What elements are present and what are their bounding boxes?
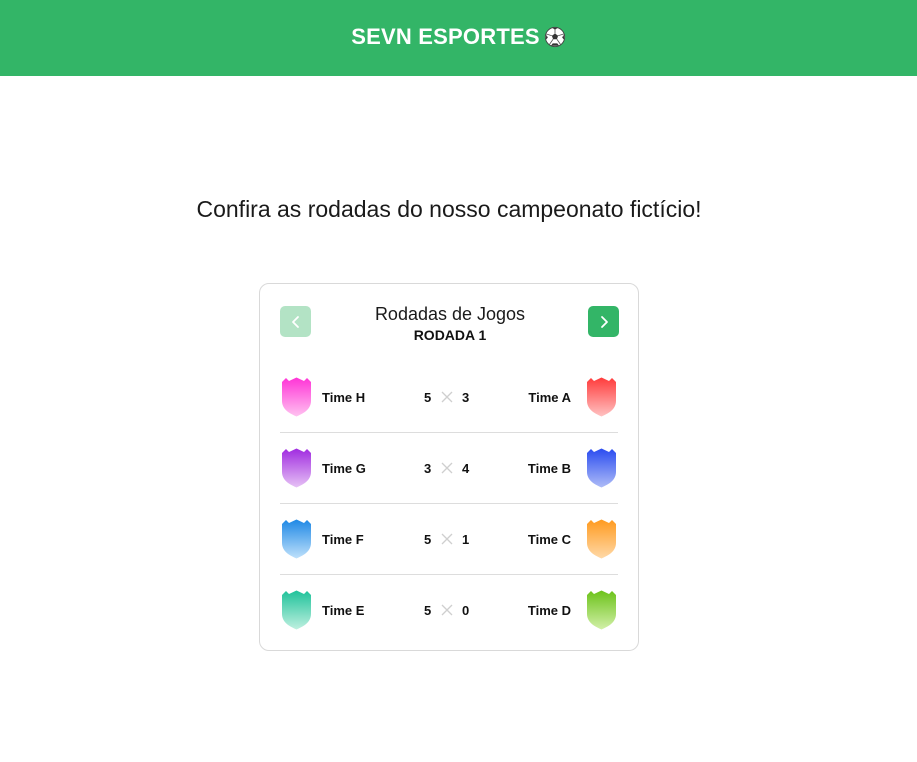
team-shield-icon xyxy=(282,590,311,630)
match-row: Time E 5 0 Time D xyxy=(280,575,618,646)
home-score: 5 xyxy=(424,603,432,618)
home-score: 3 xyxy=(424,461,432,476)
team-shield-icon xyxy=(282,377,311,417)
team-shield-icon xyxy=(282,519,311,559)
top-header: SEVN ESPORTES xyxy=(0,0,917,76)
card-title: Rodadas de Jogos xyxy=(374,304,526,324)
team-shield-icon xyxy=(587,519,616,559)
match-list: Time H 5 3 Time A Time G 3 4 Time B Time… xyxy=(280,362,618,646)
home-score: 5 xyxy=(424,390,432,405)
brand-logo[interactable]: SEVN ESPORTES xyxy=(351,24,565,50)
team-shield-icon xyxy=(587,448,616,488)
round-label: RODADA 1 xyxy=(413,327,487,343)
team-shield-icon xyxy=(587,590,616,630)
team-shield-icon xyxy=(282,448,311,488)
versus-icon xyxy=(441,462,453,474)
chevron-right-icon xyxy=(600,315,608,328)
away-score: 3 xyxy=(462,390,470,405)
home-team-name: Time H xyxy=(322,390,366,405)
soccer-ball-icon xyxy=(544,26,565,48)
match-row: Time G 3 4 Time B xyxy=(280,433,618,504)
page-tagline: Confira as rodadas do nosso campeonato f… xyxy=(196,196,702,222)
versus-icon xyxy=(441,391,453,403)
team-shield-icon xyxy=(587,377,616,417)
away-team-name: Time B xyxy=(527,461,571,476)
rounds-card: Rodadas de Jogos RODADA 1 Time H 5 3 Tim… xyxy=(259,283,639,651)
versus-icon xyxy=(441,533,453,545)
brand-name: SEVN ESPORTES xyxy=(351,24,540,49)
next-round-button[interactable] xyxy=(588,306,619,337)
away-team-name: Time C xyxy=(527,532,571,547)
home-score: 5 xyxy=(424,532,432,547)
away-score: 4 xyxy=(462,461,470,476)
match-row: Time H 5 3 Time A xyxy=(280,362,618,433)
away-team-name: Time D xyxy=(527,603,571,618)
versus-icon xyxy=(441,604,453,616)
home-team-name: Time E xyxy=(322,603,365,618)
home-team-name: Time F xyxy=(322,532,364,547)
away-score: 0 xyxy=(462,603,470,618)
home-team-name: Time G xyxy=(322,461,366,476)
away-team-name: Time A xyxy=(528,390,571,405)
match-row: Time F 5 1 Time C xyxy=(280,504,618,575)
away-score: 1 xyxy=(462,532,470,547)
